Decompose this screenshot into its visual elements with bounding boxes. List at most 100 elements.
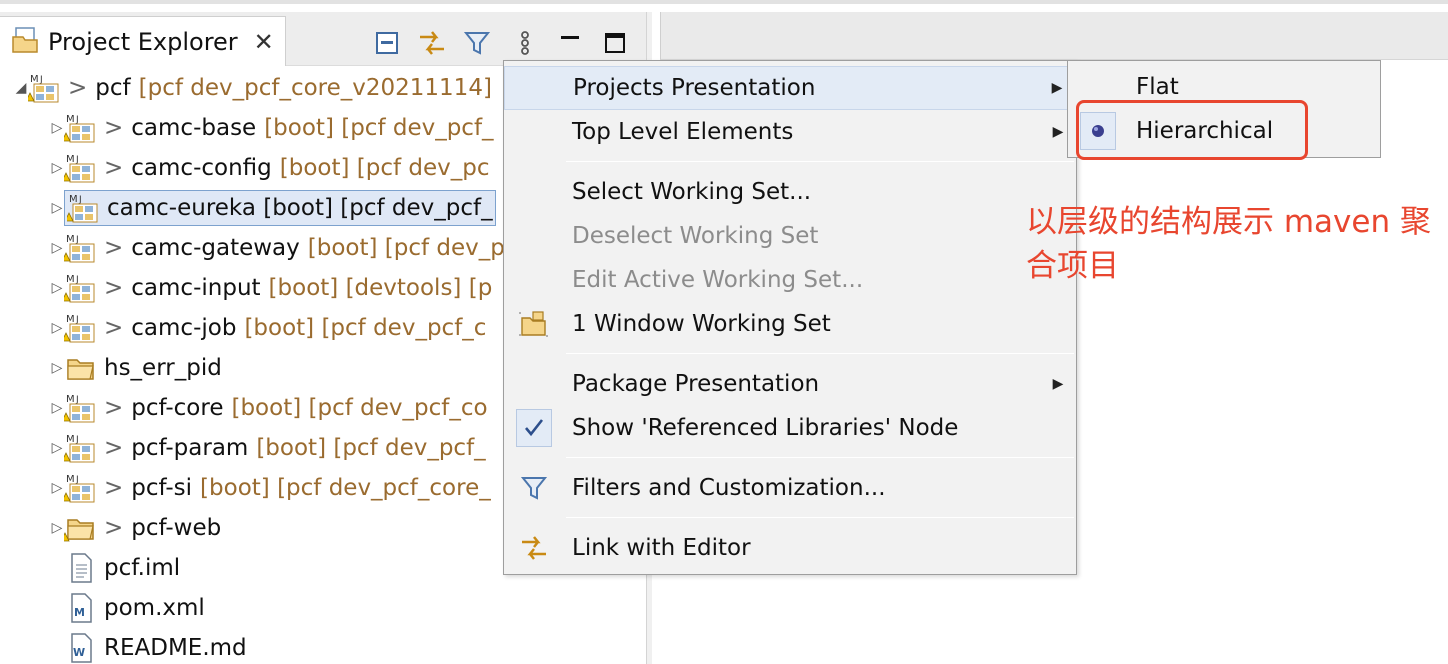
project-explorer-icon <box>10 25 40 59</box>
maven-project-icon: MJ <box>64 311 98 345</box>
tree-item-decoration: [boot] [pcf dev_pc <box>279 155 490 181</box>
tree-item-decoration: [pcf dev_pcf_core_v20211114] <box>138 75 492 101</box>
submenu-item-label: Flat <box>1136 74 1179 100</box>
tab-project-explorer[interactable]: Project Explorer ✕ <box>0 16 286 66</box>
maven-project-icon: MJ <box>64 431 98 465</box>
menu-item-label: Link with Editor <box>572 535 751 561</box>
filter-icon <box>504 473 564 503</box>
menu-item-label: Deselect Working Set <box>572 223 819 249</box>
menu-item-label: Show 'Referenced Libraries' Node <box>572 415 959 441</box>
tree-item-decoration: [boot] [pcf dev_pcf_ <box>256 435 486 461</box>
maven-project-icon: MJ <box>67 191 101 225</box>
git-marker: > <box>104 235 124 261</box>
menu-separator <box>566 517 1074 518</box>
minimize-icon[interactable] <box>553 26 587 60</box>
filter-icon[interactable] <box>460 26 494 60</box>
expand-arrow-icon[interactable]: ▷ <box>50 360 64 376</box>
menu-item-edit-active-working-set: Edit Active Working Set... <box>504 258 1076 302</box>
tree-item-label: pcf-param <box>131 435 249 461</box>
xml-file-icon: M <box>64 591 98 625</box>
tree-item-label: pcf-web <box>131 515 222 541</box>
tree-item-label: camc-base <box>131 115 257 141</box>
tree-item-label: pom.xml <box>104 595 205 621</box>
svg-text:M: M <box>66 114 75 125</box>
expand-arrow-icon[interactable]: ▷ <box>50 440 64 456</box>
markdown-file-icon: W <box>64 631 98 664</box>
menu-item-package-presentation[interactable]: Package Presentation ▶ <box>504 362 1076 406</box>
git-marker: > <box>104 395 124 421</box>
expand-arrow-icon[interactable]: ▷ <box>50 240 64 256</box>
tree-item-decoration: [boot] [pcf dev_p <box>307 235 505 261</box>
maven-project-icon: MJ <box>64 391 98 425</box>
tree-item-decoration: [boot] [pcf dev_pcf_ <box>264 115 494 141</box>
close-icon[interactable]: ✕ <box>254 28 274 56</box>
menu-item-show-referenced-libraries[interactable]: Show 'Referenced Libraries' Node <box>504 406 1076 450</box>
menu-separator <box>566 457 1074 458</box>
working-set-icon <box>504 308 564 340</box>
menu-item-filters-and-customization[interactable]: Filters and Customization... <box>504 466 1076 510</box>
tree-item-label: pcf-si <box>131 475 193 501</box>
view-title: Project Explorer <box>48 27 238 56</box>
svg-text:M: M <box>66 154 75 165</box>
git-marker: > <box>104 275 124 301</box>
menu-item-deselect-working-set: Deselect Working Set <box>504 214 1076 258</box>
menu-item-label: 1 Window Working Set <box>572 311 831 337</box>
expand-arrow-icon[interactable]: ▷ <box>50 520 64 536</box>
tree-item-label: camc-job <box>131 315 237 341</box>
tree-item-label: hs_err_pid <box>104 355 222 381</box>
maven-project-icon: MJ <box>64 151 98 185</box>
menu-item-window-working-set[interactable]: 1 Window Working Set <box>504 302 1076 346</box>
collapse-all-icon[interactable] <box>370 26 404 60</box>
maven-project-icon: MJ <box>64 271 98 305</box>
expand-arrow-icon[interactable]: ▷ <box>50 160 64 176</box>
annotation-text: 以层级的结构展示 maven 聚合项目 <box>1026 204 1431 284</box>
menu-item-projects-presentation[interactable]: Projects Presentation ▶ <box>504 66 1076 110</box>
folder-icon <box>64 511 98 545</box>
svg-text:M: M <box>66 394 75 405</box>
tree-item-label: pcf-core <box>131 395 224 421</box>
tree-item-label: camc-gateway <box>131 235 300 261</box>
maximize-icon[interactable] <box>598 26 632 60</box>
expand-arrow-icon[interactable]: ▷ <box>50 480 64 496</box>
svg-text:M: M <box>66 434 75 445</box>
git-marker: > <box>104 435 124 461</box>
tree-row-pom-xml[interactable]: M pom.xml <box>64 588 710 628</box>
tree-item-label: pcf.iml <box>104 555 181 581</box>
tree-item-label: README.md <box>104 635 247 661</box>
menu-item-label: Projects Presentation <box>573 75 816 101</box>
folder-icon <box>64 351 98 385</box>
tree-item-label: camc-eureka [boot] [pcf dev_pcf_ <box>107 195 493 221</box>
link-with-editor-icon[interactable] <box>415 26 449 60</box>
svg-text:W: W <box>73 646 85 659</box>
expand-arrow-icon[interactable]: ▷ <box>50 400 64 416</box>
view-menu-popup: Projects Presentation ▶ Top Level Elemen… <box>503 60 1077 575</box>
svg-text:M: M <box>66 474 75 485</box>
tree-row-readme-md[interactable]: W README.md <box>64 628 710 664</box>
expand-arrow-icon[interactable]: ▷ <box>50 200 64 216</box>
git-marker: > <box>104 155 124 181</box>
expand-arrow-icon[interactable]: ▷ <box>50 280 64 296</box>
editor-tab-bar <box>660 12 1448 60</box>
menu-item-top-level-elements[interactable]: Top Level Elements ▶ <box>504 110 1076 154</box>
maven-project-icon: MJ <box>64 471 98 505</box>
tree-item-label: camc-input <box>131 275 261 301</box>
expand-arrow-icon[interactable]: ▷ <box>50 120 64 136</box>
tree-item-decoration: [boot] [pcf dev_pcf_c <box>244 315 487 341</box>
menu-item-link-with-editor[interactable]: Link with Editor <box>504 526 1076 570</box>
git-marker: > <box>104 115 124 141</box>
git-marker: > <box>104 475 124 501</box>
menu-item-label: Top Level Elements <box>572 119 794 145</box>
link-with-editor-icon <box>504 532 564 564</box>
view-menu-icon[interactable] <box>508 26 542 60</box>
svg-text:M: M <box>66 234 75 245</box>
expand-arrow-icon[interactable]: ▷ <box>50 320 64 336</box>
menu-item-label: Filters and Customization... <box>572 475 886 501</box>
svg-text:M: M <box>30 74 39 85</box>
menu-item-label: Edit Active Working Set... <box>572 267 864 293</box>
menu-item-label: Package Presentation <box>572 371 820 397</box>
tree-item-decoration: [boot] [pcf dev_pcf_core_ <box>200 475 491 501</box>
tree-item-label: pcf <box>95 75 131 101</box>
collapse-arrow-icon[interactable]: ◢ <box>14 80 28 96</box>
menu-item-select-working-set[interactable]: Select Working Set... <box>504 170 1076 214</box>
annotation-highlight-box <box>1076 100 1308 160</box>
